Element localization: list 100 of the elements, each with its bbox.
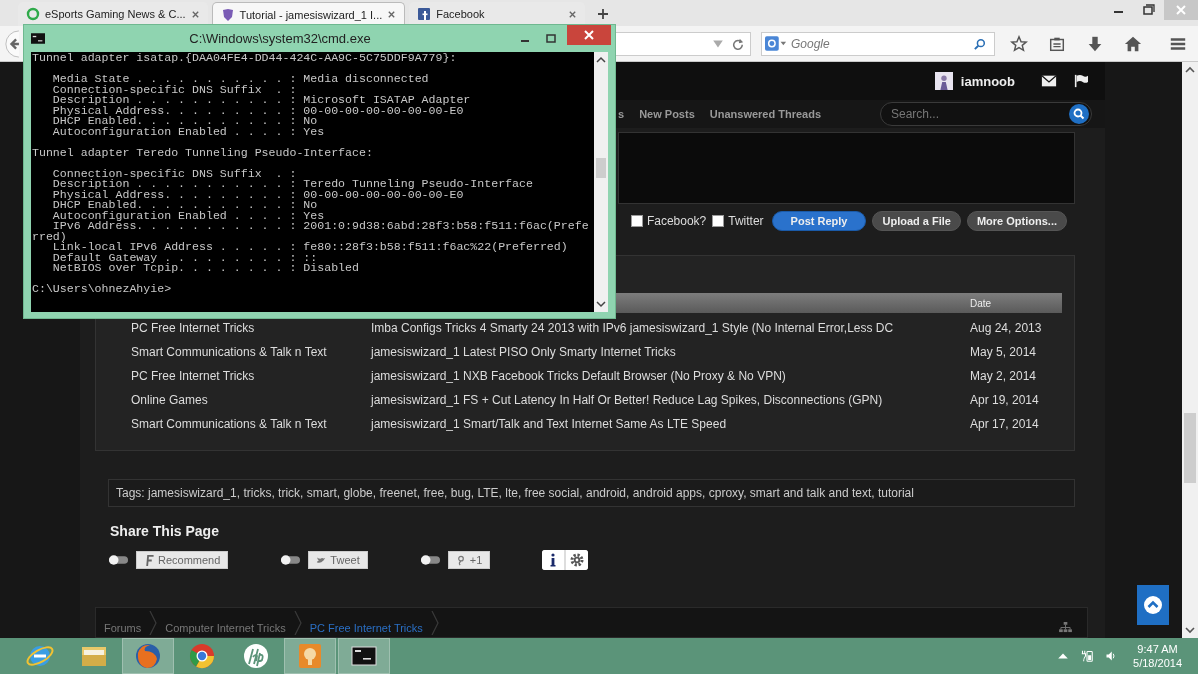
console-line: Media State . . . . . . . . . . . : Media disconnected: [51, 74, 430, 85]
console-line: Tunnel adapter Teredo Tunneling Pseudo-Interface:: [32, 147, 374, 158]
date-cell-text: May 5, 2014: [970, 345, 1038, 359]
console-line: Connection-specific DNS Suffix . :: [51, 84, 298, 95]
shield-icon: [220, 7, 235, 22]
date-cell-text: Apr 19, 2014: [970, 393, 1040, 407]
round-logo-icon: [241, 641, 271, 671]
info-button[interactable]: [542, 550, 565, 570]
search-placeholder: Google: [791, 36, 831, 51]
close-icon[interactable]: [387, 10, 397, 19]
thread-link[interactable]: jamesiswizard_1 Smart/Talk and Text Internet Same As LTE Speed: [371, 417, 970, 431]
console-line: Autoconfiguration Enabled . . . . : Yes: [51, 126, 326, 137]
chrome-icon: [187, 641, 217, 671]
search-placeholder: Search...: [891, 107, 941, 121]
console-line: rred): [32, 231, 67, 242]
thread-link[interactable]: jamesiswizard_1 NXB Facebook Tricks Default Browser (No Proxy & No VPN): [371, 369, 970, 383]
console-line: DHCP Enabled. . . . . . . . . . . : No: [51, 116, 319, 127]
console-line: C:\Users\ohnezAhyie>: [32, 284, 173, 295]
scrollbar-thumb[interactable]: [596, 158, 606, 178]
thread-link[interactable]: Imba Configs Tricks 4 Smarty 24 2013 with IPv6 jamesiswizard_1 Style (No Internal Error,Less DC: [371, 321, 970, 335]
nav-link[interactable]: Unanswered Threads: [709, 108, 822, 120]
browser-tab[interactable]: Tutorial - jamesiswizard_1 I...: [211, 2, 406, 26]
scroll-down-icon[interactable]: [594, 298, 608, 310]
breadcrumb-link[interactable]: Forums: [104, 622, 142, 635]
console-line: NetBIOS over Tcpip. . . . . . . . : Disabled: [51, 263, 360, 274]
console-line: Description . . . . . . . . . . . : Microsoft ISATAP Adapter: [51, 95, 472, 106]
console-line: Link-local IPv6 Address . . . . . : fe80::28f3:b58:f511:f6ac%22(Preferred): [52, 242, 569, 253]
console-line: Autoconfiguration Enabled . . . . : Yes: [51, 210, 325, 221]
search-engine-icon[interactable]: [765, 36, 787, 51]
username-link[interactable]: iamnoob: [960, 73, 1015, 89]
thread-link[interactable]: jamesiswizard_1 Latest PISO Only Smarty Internet Tricks: [371, 345, 970, 359]
date-text: 5/18/2014: [1133, 656, 1182, 670]
battery-plug-icon[interactable]: [1081, 649, 1094, 663]
time-text: 9:47 AM: [1137, 642, 1178, 656]
reply-action-button[interactable]: More Options...: [966, 211, 1067, 231]
nav-link[interactable]: s: [618, 108, 625, 120]
google-icon: [455, 554, 466, 566]
console-line: Default Gateway . . . . . . . . . : ::: [51, 252, 318, 263]
close-button[interactable]: [567, 25, 611, 45]
star-icon[interactable]: [1010, 34, 1028, 53]
settings-button[interactable]: [566, 550, 589, 570]
share-button[interactable]: +1: [447, 551, 491, 569]
breadcrumb-link[interactable]: Computer Internet Tricks: [165, 622, 286, 635]
console-line: IPv6 Address. . . . . . . . . . . : 2001:0:9d38:6abd:28f3:b58:f511:f6ac(Prefe: [51, 221, 590, 232]
back-button[interactable]: [3, 29, 19, 58]
console-line: Tunnel adapter isatap.{DAA04FE4-DD44-424C-AA9C-5C75DDF9A779}:: [32, 53, 458, 64]
share-button[interactable]: Tweet: [308, 551, 368, 569]
console-line: Connection-specific DNS Suffix . :: [51, 168, 298, 179]
tab-title: Tutorial - jamesiswizard_1 I...: [239, 8, 383, 21]
sitemap-icon[interactable]: [1059, 622, 1072, 633]
taskbar-button[interactable]: [338, 638, 390, 674]
new-tab-icon[interactable]: [597, 8, 610, 20]
forum-link[interactable]: Smart Communications & Talk n Text: [131, 345, 371, 359]
reload-icon[interactable]: [732, 37, 744, 50]
console-line: Physical Address. . . . . . . . . : 00-00-00-00-00-00-00-E0: [51, 105, 464, 116]
breadcrumb-link[interactable]: PC Free Internet Tricks: [309, 622, 423, 635]
close-icon[interactable]: [568, 9, 578, 19]
search-button[interactable]: [1069, 104, 1089, 124]
share-button[interactable]: Recommend: [136, 551, 229, 569]
toggle-icon[interactable]: [280, 554, 302, 566]
chevron-icon: [293, 611, 302, 635]
checkbox-label: Twitter: [728, 214, 764, 228]
forum-link[interactable]: PC Free Internet Tricks: [131, 369, 371, 383]
column-header: Date: [970, 297, 992, 309]
avatar-icon[interactable]: [934, 72, 953, 90]
download-icon[interactable]: [1086, 34, 1104, 53]
checkbox[interactable]: [712, 215, 725, 227]
date-cell-text: Apr 17, 2014: [970, 417, 1040, 431]
toggle-icon[interactable]: [419, 554, 441, 566]
tags-list: Tags: jamesiswizard_1, tricks, trick, smart, globe, freenet, free, bug, LTE, lte, free social, android, android apps, cproxy, smart and talk and text, tutorial: [108, 479, 1075, 507]
date-cell-text: May 2, 2014: [970, 369, 1038, 383]
forum-link[interactable]: Online Games: [131, 393, 371, 407]
reply-action-button[interactable]: Post Reply: [771, 211, 867, 231]
ring-icon: [26, 7, 40, 21]
scroll-to-top-button[interactable]: [1137, 585, 1169, 625]
section-heading: Share This Page: [110, 523, 220, 541]
flag-icon[interactable]: [1073, 74, 1089, 88]
tab-title: eSports Gaming News & C...: [45, 8, 186, 20]
fox-globe-icon: [133, 641, 163, 671]
reply-action-button[interactable]: Upload a File: [872, 211, 961, 231]
clock[interactable]: 9:47 AM 5/18/2014: [1133, 642, 1182, 670]
toggle-icon[interactable]: [108, 554, 129, 566]
mail-icon[interactable]: [1041, 74, 1057, 88]
tab-title: Facebook: [436, 8, 486, 20]
checkbox[interactable]: [630, 215, 643, 227]
search-icon[interactable]: [974, 37, 986, 50]
terminal-icon: [31, 33, 45, 44]
console-line: DHCP Enabled. . . . . . . . . . . : No: [51, 200, 319, 211]
home-icon[interactable]: [1124, 34, 1142, 53]
thread-link[interactable]: jamesiswizard_1 FS + Cut Latency In Half Or Better! Reduce Lag Spikes, Disconnections (GPN): [371, 393, 970, 407]
forum-link[interactable]: PC Free Internet Tricks: [131, 321, 371, 335]
search-field[interactable]: Search...: [880, 102, 1092, 126]
checkbox-label: Facebook?: [646, 214, 707, 228]
search-field[interactable]: Google: [761, 31, 995, 56]
scroll-down-icon[interactable]: [1182, 624, 1198, 636]
scrollbar-thumb[interactable]: [1184, 413, 1196, 483]
forum-link[interactable]: Smart Communications & Talk n Text: [131, 417, 371, 431]
nav-link[interactable]: New Posts: [639, 108, 695, 120]
close-icon[interactable]: [190, 9, 200, 19]
chevron-icon: [430, 611, 439, 635]
